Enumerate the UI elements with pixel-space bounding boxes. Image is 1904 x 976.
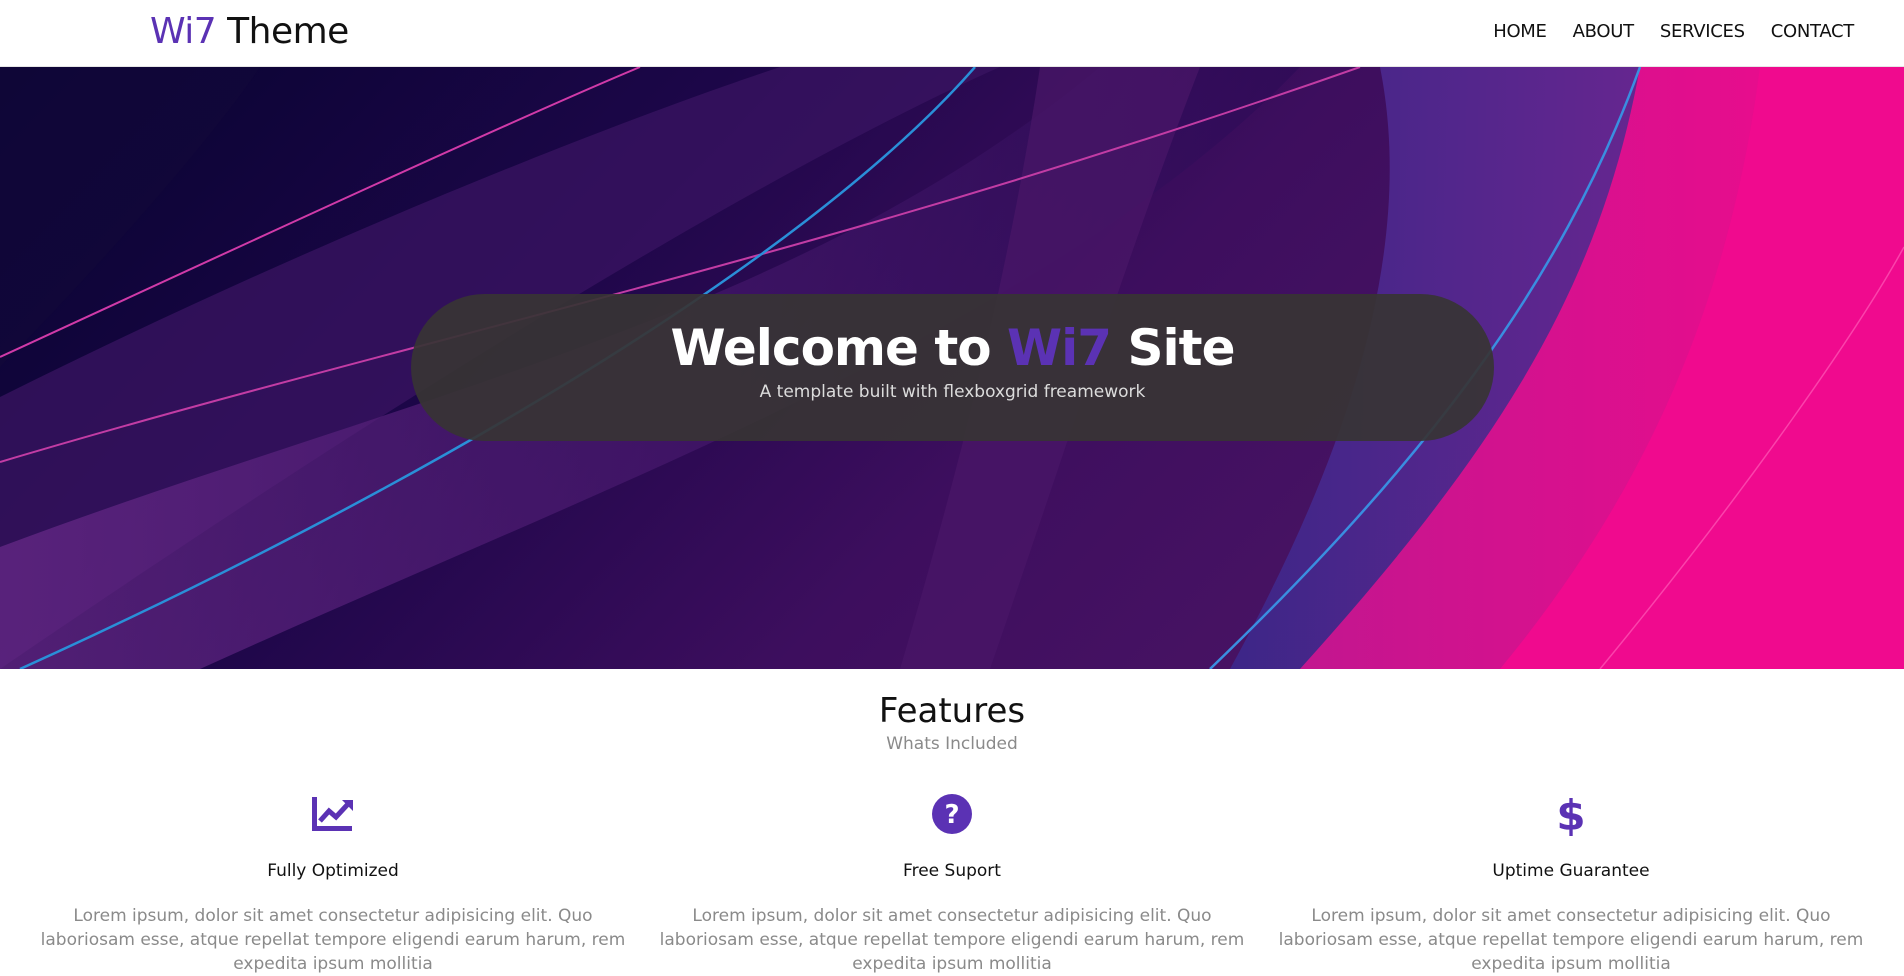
hero-title: Welcome to Wi7 Site <box>411 318 1494 378</box>
hero-subtitle: A template built with flexboxgrid freame… <box>759 382 1146 402</box>
nav-link-services[interactable]: SERVICES <box>1660 21 1745 42</box>
feature-title: Uptime Guarantee <box>1492 861 1650 881</box>
svg-text:$: $ <box>1556 791 1585 838</box>
navbar: Wi7 Theme HOME ABOUT SERVICES CONTACT <box>0 0 1904 67</box>
chart-line-icon <box>312 797 353 831</box>
features-subtitle: Whats Included <box>886 734 1018 754</box>
hero-title-prefix: Welcome to <box>670 319 1008 377</box>
question-circle-icon: ? <box>932 794 972 834</box>
feature-card-uptime: $ Uptime Guarantee Lorem ipsum, dolor si… <box>1266 790 1876 976</box>
feature-card-support: ? Free Suport Lorem ipsum, dolor sit ame… <box>647 790 1257 976</box>
dollar-sign-icon: $ <box>1556 791 1585 838</box>
nav-link-about[interactable]: ABOUT <box>1573 21 1634 42</box>
logo-text: Theme <box>216 11 349 52</box>
main-nav: HOME ABOUT SERVICES CONTACT <box>1493 0 1854 62</box>
nav-link-home[interactable]: HOME <box>1493 21 1547 42</box>
feature-text: Lorem ipsum, dolor sit amet consectetur … <box>40 906 626 974</box>
feature-card-optimized: Fully Optimized Lorem ipsum, dolor sit a… <box>28 790 638 976</box>
svg-text:?: ? <box>944 800 959 830</box>
hero-section: Welcome to Wi7 Site A template built wit… <box>0 67 1904 669</box>
logo-accent: Wi7 <box>150 11 217 52</box>
nav-link-contact[interactable]: CONTACT <box>1771 21 1855 42</box>
hero-title-accent: Wi7 <box>1007 319 1112 377</box>
feature-title: Free Suport <box>903 861 1001 881</box>
feature-title: Fully Optimized <box>267 861 399 881</box>
features-heading: Features Whats Included <box>0 690 1904 754</box>
feature-text: Lorem ipsum, dolor sit amet consectetur … <box>659 906 1245 974</box>
feature-text: Lorem ipsum, dolor sit amet consectetur … <box>1278 906 1864 974</box>
hero-banner: Welcome to Wi7 Site A template built wit… <box>411 294 1494 441</box>
hero-title-suffix: Site <box>1111 319 1236 377</box>
site-logo[interactable]: Wi7 Theme <box>150 8 349 56</box>
features-title: Features <box>878 691 1026 731</box>
